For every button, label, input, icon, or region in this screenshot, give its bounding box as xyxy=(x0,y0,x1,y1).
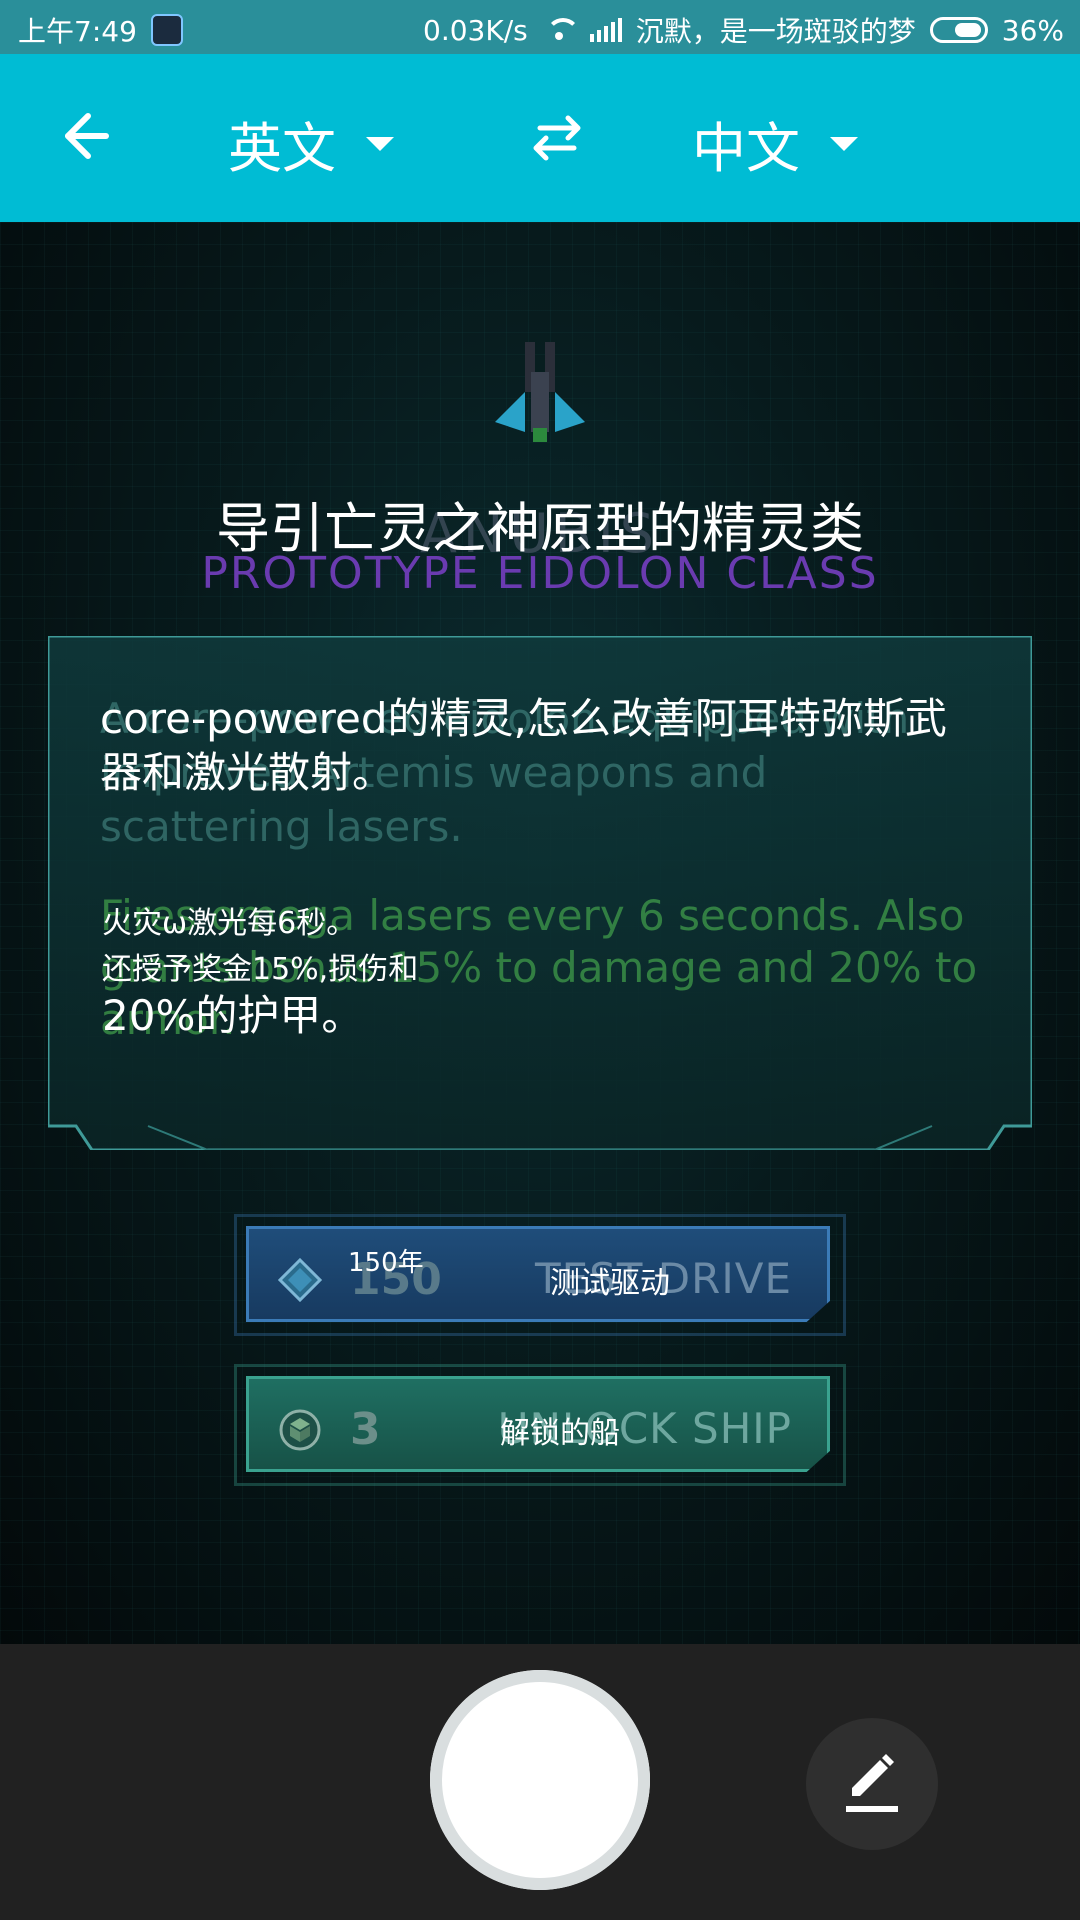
ship-subtitle: PROTOTYPE EIDOLON CLASS xyxy=(201,548,879,599)
effect-cn-line1: 火灾ω激光每6秒。 xyxy=(102,906,357,941)
network-speed: 0.03K/s xyxy=(423,13,528,47)
swap-icon[interactable] xyxy=(528,114,586,162)
shutter-button[interactable] xyxy=(430,1670,650,1890)
status-bar: 上午7:49 0.03K/s 沉默，是一场斑驳的梦 36% xyxy=(0,0,1080,54)
carrier-text: 沉默，是一场斑驳的梦 xyxy=(635,15,916,48)
battery-icon xyxy=(929,17,988,43)
app-icon xyxy=(150,14,183,46)
wifi-icon xyxy=(542,18,580,42)
dropdown-caret-icon xyxy=(830,136,858,151)
effect-cn-line3: 20%的护甲。 xyxy=(102,991,364,1040)
edit-pencil-icon xyxy=(846,1754,898,1812)
test-drive-cost-cn: 150年 xyxy=(348,1248,424,1278)
unlock-label-cn: 解锁的船 xyxy=(500,1416,620,1451)
source-language-select[interactable]: 英文 xyxy=(228,104,394,183)
battery-percent: 36% xyxy=(1001,13,1064,47)
source-language-label: 英文 xyxy=(228,117,336,180)
target-language-label: 中文 xyxy=(692,117,800,180)
edit-button[interactable] xyxy=(806,1718,938,1850)
test-drive-label-cn: 测试驱动 xyxy=(550,1266,670,1301)
unlock-ship-button[interactable]: 3 UNLOCK SHIP 解锁的船 xyxy=(234,1364,846,1486)
unlock-cost-en: 3 xyxy=(350,1404,381,1455)
status-time: 上午7:49 xyxy=(18,15,137,48)
back-arrow-icon[interactable] xyxy=(58,110,110,162)
camera-controls xyxy=(0,1644,1080,1920)
dropdown-caret-icon xyxy=(366,136,394,151)
diamond-icon xyxy=(278,1258,322,1302)
camera-preview: ANUBIS 导引亡灵之神原型的精灵类 PROTOTYPE EIDOLON CL… xyxy=(0,222,1080,1644)
signal-icon xyxy=(589,18,622,42)
target-language-select[interactable]: 中文 xyxy=(692,104,858,183)
translate-toolbar: 英文 中文 xyxy=(0,54,1080,222)
test-drive-button[interactable]: 150 TEST DRIVE 150年 测试驱动 xyxy=(234,1214,846,1336)
cube-icon xyxy=(279,1409,321,1451)
description-cn: core-powered的精灵,怎么改善阿耳特弥斯武器和激光散射。 xyxy=(100,694,947,797)
spaceship-icon xyxy=(495,342,585,442)
